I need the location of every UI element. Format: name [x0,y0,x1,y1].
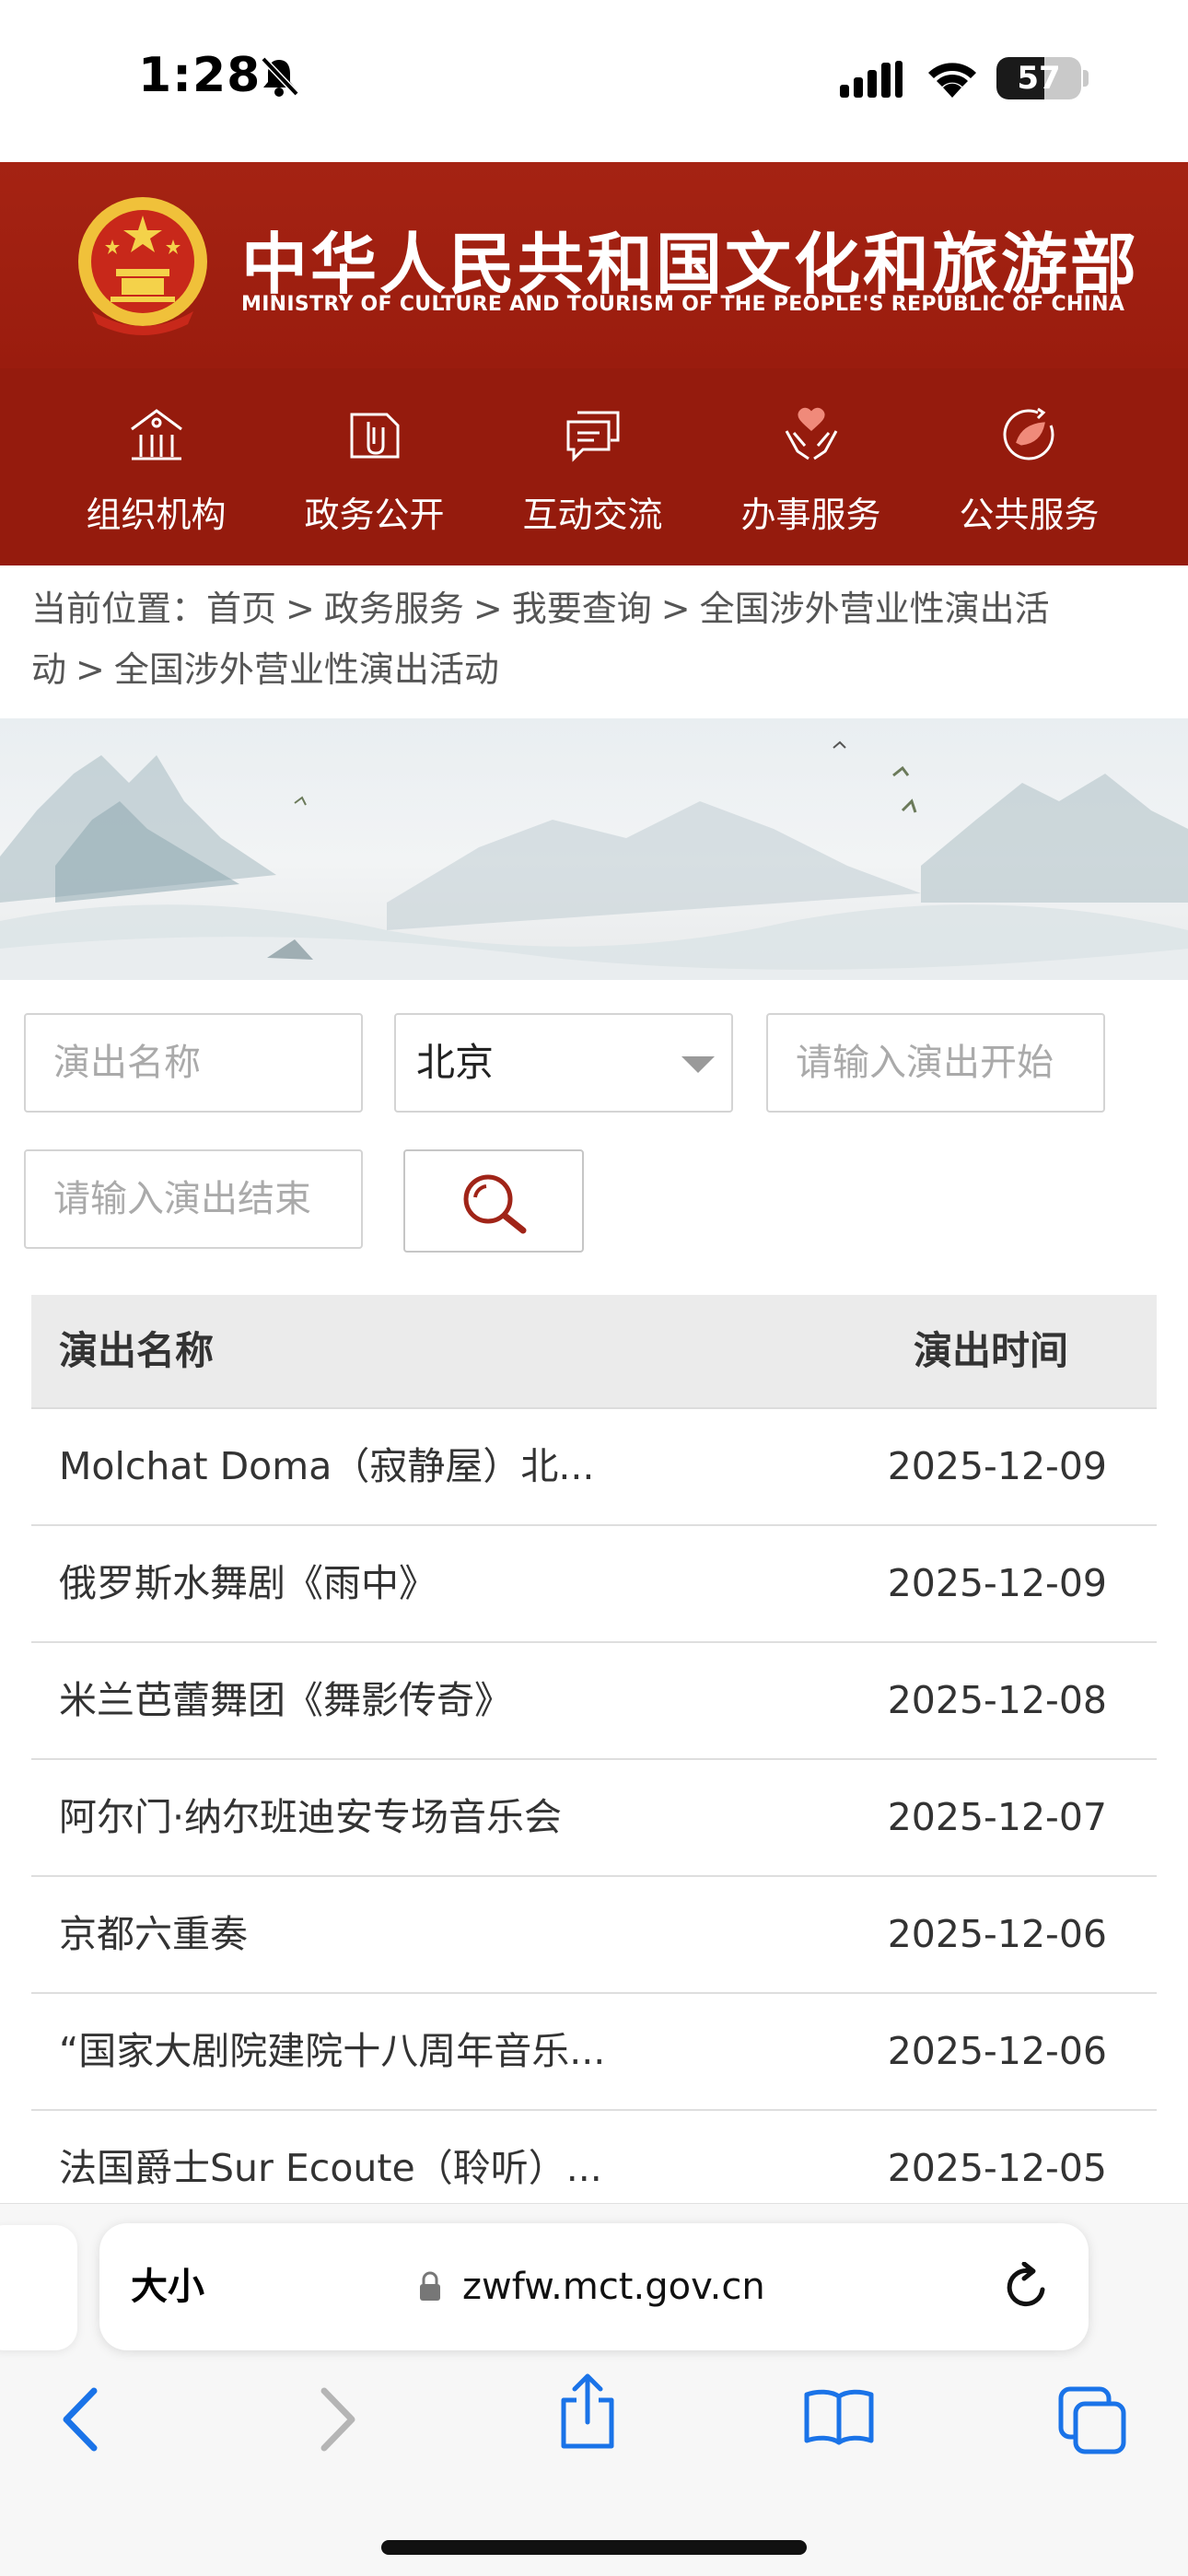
cellular-signal-icon [840,61,904,101]
show-name-input[interactable] [24,1013,363,1113]
city-select[interactable]: 北京 [394,1013,733,1113]
breadcrumb-gov-services[interactable]: 政务服务 [324,589,464,629]
text-size-button[interactable]: 大小 [131,2223,204,2350]
main-navigation: 组织机构 政务公开 互动交流 办事服务 公共服务 [0,368,1188,565]
search-button[interactable] [403,1149,584,1253]
start-date-input[interactable] [766,1013,1105,1113]
show-name-cell[interactable]: 阿尔门·纳尔班迪安专场音乐会 [59,1760,562,1875]
show-date-cell: 2025-12-06 [887,2029,1107,2073]
show-name-cell[interactable]: 俄罗斯水舞剧《雨中》 [59,1526,437,1641]
forward-button[interactable] [315,2385,361,2457]
nav-label-public-services: 公共服务 [959,495,1100,535]
show-name-cell[interactable]: “国家大剧院建院十八周年音乐... [59,1994,605,2109]
end-date-input-field[interactable] [26,1151,361,1247]
reload-icon[interactable] [1002,2262,1052,2312]
breadcrumb-query[interactable]: 我要查询 [512,589,652,629]
lock-icon [420,2271,440,2301]
table-row[interactable]: “国家大剧院建院十八周年音乐... 2025-12-06 [31,1994,1157,2111]
nav-label-interaction: 互动交流 [522,495,663,535]
tabs-icon [1058,2386,1126,2454]
national-emblem-logo[interactable] [74,193,212,343]
column-header-time: 演出时间 [913,1328,1068,1373]
nav-item-public-services[interactable]: 公共服务 [920,368,1138,565]
nav-item-government-affairs[interactable]: 政务公开 [265,368,483,565]
show-date-cell: 2025-12-08 [887,1678,1107,1722]
breadcrumb-separator: > [472,589,503,629]
site-title-english: MINISTRY OF CULTURE AND TOURISM OF THE P… [241,293,1125,316]
nav-label-services: 办事服务 [740,495,881,535]
show-name-cell[interactable]: Molchat Doma（寂静屋）北... [59,1409,594,1524]
url-text[interactable]: zwfw.mct.gov.cn [462,2223,765,2350]
nav-label-government-affairs: 政务公开 [304,495,445,535]
address-bar[interactable]: 大小 zwfw.mct.gov.cn [99,2223,1089,2350]
breadcrumb-separator: > [285,589,315,629]
leaf-circle-icon [1001,405,1058,466]
results-table: 演出名称 演出时间 Molchat Doma（寂静屋）北... 2025-12-… [31,1295,1157,2228]
nav-label-organization: 组织机构 [86,495,227,535]
breadcrumb-prefix: 当前位置： [31,589,207,629]
table-row[interactable]: 京都六重奏 2025-12-06 [31,1877,1157,1994]
table-row[interactable]: Molchat Doma（寂静屋）北... 2025-12-09 [31,1409,1157,1526]
nav-item-interaction[interactable]: 互动交流 [483,368,702,565]
wifi-icon [925,57,980,101]
share-icon [561,2373,614,2449]
previous-tab-card[interactable] [0,2225,77,2350]
table-row[interactable]: 米兰芭蕾舞团《舞影传奇》 2025-12-08 [31,1643,1157,1760]
breadcrumb-separator: > [76,649,105,690]
show-name-cell[interactable]: 京都六重奏 [59,1877,248,1992]
show-date-cell: 2025-12-06 [887,1912,1107,1956]
document-icon [346,405,403,466]
start-date-input-field[interactable] [768,1015,1103,1111]
search-icon [463,1174,527,1234]
chevron-right-icon [320,2387,355,2452]
home-indicator[interactable] [381,2540,807,2555]
back-button[interactable] [57,2385,103,2457]
table-row[interactable]: 俄罗斯水舞剧《雨中》 2025-12-09 [31,1526,1157,1643]
breadcrumb-separator: > [660,589,691,629]
share-button[interactable] [556,2372,619,2454]
breadcrumb: 当前位置：首页 > 政务服务 > 我要查询 > 全国涉外营业性演出活动 > 全国涉外营业性演出活… [31,589,1050,690]
landscape-banner [0,718,1188,980]
show-date-cell: 2025-12-07 [887,1795,1107,1839]
end-date-input[interactable] [24,1149,363,1249]
chevron-left-icon [63,2387,98,2452]
chat-icon [565,405,622,466]
city-select-value: 北京 [416,1040,495,1085]
show-date-cell: 2025-12-09 [887,1561,1107,1605]
breadcrumb-home[interactable]: 首页 [206,589,276,629]
show-name-input-field[interactable] [26,1015,361,1111]
battery-indicator: 57 [996,57,1081,99]
nav-item-services[interactable]: 办事服务 [702,368,920,565]
breadcrumb-current: 全国涉外营业性演出活动 [113,649,499,690]
tabs-button[interactable] [1057,2385,1127,2459]
chevron-down-icon [681,1056,715,1073]
book-icon [804,2389,874,2445]
bookmarks-button[interactable] [803,2387,875,2450]
show-name-cell[interactable]: 米兰芭蕾舞团《舞影传奇》 [59,1643,512,1758]
table-row[interactable]: 阿尔门·纳尔班迪安专场音乐会 2025-12-07 [31,1760,1157,1877]
column-header-name: 演出名称 [59,1328,215,1373]
status-time: 1:28 [138,48,262,103]
show-date-cell: 2025-12-09 [887,1444,1107,1488]
bell-slash-icon [258,55,300,101]
battery-level-text: 57 [1017,60,1061,97]
building-icon [128,405,185,466]
heart-hands-icon [783,405,840,466]
table-header: 演出名称 演出时间 [31,1295,1157,1409]
nav-item-organization[interactable]: 组织机构 [47,368,265,565]
battery-cap [1083,70,1089,87]
